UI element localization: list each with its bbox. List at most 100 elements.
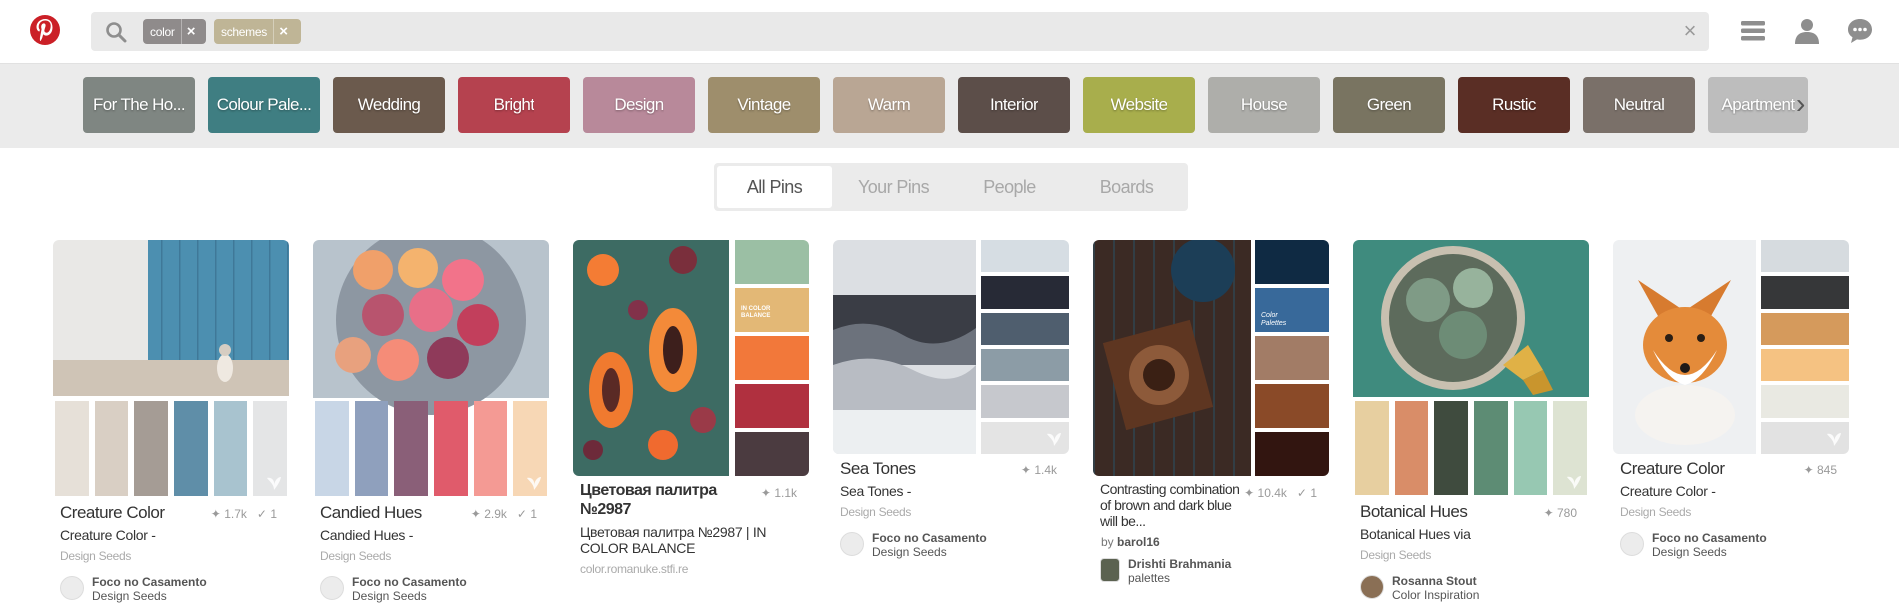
remove-chip-button[interactable]: ×	[180, 19, 201, 44]
guide-label: Interior	[989, 95, 1039, 114]
pin-card[interactable]: Botanical Hues ✦ 780 Botanical Hues via …	[1353, 240, 1589, 602]
pin-image[interactable]: Color Palettes	[1093, 240, 1329, 476]
pin-card[interactable]: IN COLOR BALANCE Цветовая палитра №2987 …	[573, 240, 809, 576]
pin-title[interactable]: Цветовая палитра №2987	[580, 481, 750, 519]
attribution-board[interactable]: Design Seeds	[1652, 545, 1767, 559]
pin-domain[interactable]: color.romanuke.stfi.re	[580, 562, 802, 576]
profile-icon[interactable]	[1792, 16, 1822, 46]
color-swatch	[434, 401, 468, 496]
guide-green[interactable]: Green	[1333, 77, 1445, 133]
chevron-right-icon[interactable]: ›	[1796, 90, 1816, 118]
guide-wedding[interactable]: Wedding	[333, 77, 445, 133]
avatar[interactable]	[320, 576, 344, 600]
avatar[interactable]	[840, 532, 864, 556]
guide-apartment[interactable]: Apartment	[1708, 77, 1808, 133]
avatar[interactable]	[1360, 575, 1384, 599]
guide-rustic[interactable]: Rustic	[1458, 77, 1570, 133]
pin-attribution[interactable]: Foco no Casamento Design Seeds	[840, 531, 1062, 559]
guide-design[interactable]: Design	[583, 77, 695, 133]
clear-search-icon[interactable]: ×	[1679, 20, 1701, 42]
pin-card[interactable]: Color Palettes Contrasting combination o…	[1093, 240, 1329, 585]
menu-icon[interactable]	[1738, 16, 1768, 46]
pin-domain[interactable]: Design Seeds	[1360, 548, 1582, 562]
guide-label: House	[1240, 95, 1288, 114]
attribution-user[interactable]: Rosanna Stout	[1392, 574, 1479, 588]
attribution-user[interactable]: Drishti Brahmania	[1128, 557, 1231, 571]
attribution-board[interactable]: Design Seeds	[872, 545, 987, 559]
pin-pinner[interactable]: by barol16	[1101, 535, 1322, 549]
pin-domain[interactable]: Design Seeds	[840, 505, 1062, 519]
avatar[interactable]	[1100, 558, 1120, 582]
search-chip-color[interactable]: color ×	[143, 19, 206, 44]
guide-colour-palette[interactable]: Colour Pale...	[208, 77, 320, 133]
pin-attribution[interactable]: Rosanna Stout Color Inspiration	[1360, 574, 1582, 602]
guide-warm[interactable]: Warm	[833, 77, 945, 133]
pin-image[interactable]	[833, 240, 1069, 454]
guide-for-the-home[interactable]: For The Ho...	[83, 77, 195, 133]
color-swatches	[1355, 401, 1588, 495]
attribution-user[interactable]: Foco no Casamento	[872, 531, 987, 545]
guide-label: Bright	[493, 95, 535, 114]
color-swatch	[55, 401, 89, 496]
pin-domain[interactable]: Design Seeds	[320, 549, 542, 563]
like-count: 1	[530, 507, 537, 521]
pin-image[interactable]: IN COLOR BALANCE	[573, 240, 809, 476]
pin-image[interactable]	[1353, 240, 1589, 497]
swatch-caption: Color Palettes	[1261, 312, 1287, 327]
color-swatch	[981, 276, 1069, 309]
pin-card[interactable]: Creature Color ✦ 845 Creature Color - De…	[1613, 240, 1849, 559]
avatar[interactable]	[60, 576, 84, 600]
guide-bright[interactable]: Bright	[458, 77, 570, 133]
attribution-user[interactable]: Foco no Casamento	[1652, 531, 1767, 545]
like-icon: ✓	[516, 507, 527, 521]
messages-icon[interactable]	[1845, 16, 1875, 46]
attribution-user[interactable]: Foco no Casamento	[352, 575, 467, 589]
remove-chip-button[interactable]: ×	[272, 19, 293, 44]
color-swatch	[1761, 276, 1849, 309]
color-swatch	[1761, 312, 1849, 345]
pin-domain[interactable]: Design Seeds	[1620, 505, 1842, 519]
attribution-board[interactable]: Design Seeds	[352, 589, 467, 603]
guide-neutral[interactable]: Neutral	[1583, 77, 1695, 133]
color-swatch	[981, 385, 1069, 418]
pin-card[interactable]: Creature Color ✦ 1.7k ✓ 1 Creature Color…	[53, 240, 289, 603]
pin-card[interactable]: Candied Hues ✦ 2.9k ✓ 1 Candied Hues - D…	[313, 240, 549, 603]
pin-title[interactable]: Contrasting combination of brown and dar…	[1100, 481, 1240, 529]
guide-house[interactable]: House	[1208, 77, 1320, 133]
pinner-name[interactable]: barol16	[1117, 535, 1160, 549]
pin-stats: ✦ 780	[1544, 506, 1577, 520]
attribution-user[interactable]: Foco no Casamento	[92, 575, 207, 589]
search-bar[interactable]: color × schemes × ×	[91, 12, 1709, 51]
attribution-board[interactable]: Design Seeds	[92, 589, 207, 603]
tab-people[interactable]: People	[952, 163, 1067, 211]
guide-interior[interactable]: Interior	[958, 77, 1070, 133]
search-chip-schemes[interactable]: schemes ×	[214, 19, 301, 44]
guide-label: For The Ho...	[92, 95, 186, 114]
attribution-board[interactable]: palettes	[1128, 571, 1231, 585]
pin-stats: ✦ 845	[1804, 463, 1837, 477]
top-header: color × schemes × ×	[0, 0, 1899, 64]
pin-domain[interactable]: Design Seeds	[60, 549, 282, 563]
pinterest-logo-icon[interactable]	[30, 15, 60, 45]
tab-all-pins[interactable]: All Pins	[717, 166, 832, 208]
pin-image[interactable]	[313, 240, 549, 498]
pin-card[interactable]: Sea Tones ✦ 1.4k Sea Tones - Design Seed…	[833, 240, 1069, 559]
avatar[interactable]	[1620, 532, 1644, 556]
pin-attribution[interactable]: Drishti Brahmania palettes	[1100, 557, 1322, 585]
repin-icon: ✦	[1803, 463, 1814, 477]
color-swatch	[1434, 401, 1469, 495]
pin-attribution[interactable]: Foco no Casamento Design Seeds	[60, 575, 282, 603]
guide-website[interactable]: Website	[1083, 77, 1195, 133]
pin-image[interactable]	[1613, 240, 1849, 454]
pin-attribution[interactable]: Foco no Casamento Design Seeds	[320, 575, 542, 603]
guide-vintage[interactable]: Vintage	[708, 77, 820, 133]
pin-attribution[interactable]: Foco no Casamento Design Seeds	[1620, 531, 1842, 559]
guide-label: Design	[614, 95, 664, 114]
tab-boards[interactable]: Boards	[1069, 163, 1184, 211]
pin-image[interactable]	[53, 240, 289, 498]
guided-search-bar: For The Ho... Colour Pale... Wedding Bri…	[0, 64, 1899, 148]
tab-your-pins[interactable]: Your Pins	[836, 163, 951, 211]
pin-stats: ✦ 1.1k	[761, 486, 797, 500]
guide-label: Vintage	[737, 95, 791, 114]
attribution-board[interactable]: Color Inspiration	[1392, 588, 1479, 602]
